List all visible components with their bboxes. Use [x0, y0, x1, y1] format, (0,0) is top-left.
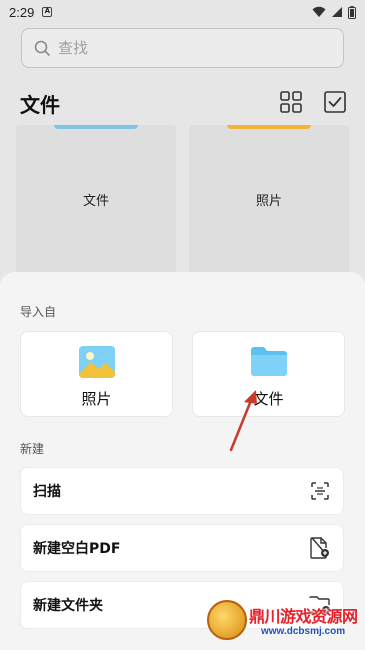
- search-bar[interactable]: [21, 28, 344, 68]
- status-bar: 2:29 A: [0, 0, 365, 24]
- files-card-accent: [54, 125, 138, 129]
- search-icon: [34, 40, 50, 56]
- scan-button[interactable]: 扫描: [20, 467, 344, 515]
- photos-card[interactable]: 照片: [189, 125, 349, 285]
- page-title: 文件: [20, 93, 60, 117]
- wifi-icon: [312, 6, 326, 17]
- photos-card-label: 照片: [255, 194, 282, 209]
- new-folder-label: 新建文件夹: [33, 598, 103, 614]
- status-time: 2:29: [9, 4, 35, 20]
- annotation-arrow-icon: [229, 390, 257, 452]
- battery-icon: [348, 5, 356, 19]
- new-pdf-icon: [309, 537, 331, 559]
- status-right-icons: [312, 5, 356, 19]
- import-files-label: 文件: [253, 390, 284, 408]
- watermark-title: 鼎川游戏资源网: [249, 607, 358, 626]
- files-card-label: 文件: [82, 194, 109, 209]
- notification-icon: A: [42, 7, 53, 17]
- bottom-sheet: 导入自 照片 文件 新建 扫描 新建空白PDF 新建文件夹: [0, 272, 365, 650]
- photos-card-accent: [227, 125, 311, 129]
- scan-icon: [309, 480, 331, 502]
- watermark-url: www.dcbsmj.com: [261, 626, 346, 637]
- import-photos-label: 照片: [81, 390, 112, 408]
- watermark: 鼎川游戏资源网 www.dcbsmj.com: [207, 598, 365, 650]
- import-files-button[interactable]: 文件: [192, 331, 345, 417]
- import-photos-button[interactable]: 照片: [20, 331, 173, 417]
- folder-icon: [251, 347, 287, 376]
- photo-icon: [79, 346, 115, 378]
- new-blank-pdf-button[interactable]: 新建空白PDF: [20, 524, 344, 572]
- import-section-label: 导入自: [20, 305, 57, 319]
- search-input[interactable]: [58, 39, 318, 57]
- new-section-label: 新建: [20, 442, 45, 456]
- scan-label: 扫描: [33, 484, 61, 500]
- new-blank-pdf-label: 新建空白PDF: [33, 541, 121, 557]
- grid-view-icon[interactable]: [279, 90, 303, 114]
- files-card[interactable]: 文件: [16, 125, 176, 285]
- signal-icon: [332, 7, 342, 17]
- select-checkbox-icon[interactable]: [323, 90, 347, 114]
- watermark-logo-icon: [207, 600, 247, 640]
